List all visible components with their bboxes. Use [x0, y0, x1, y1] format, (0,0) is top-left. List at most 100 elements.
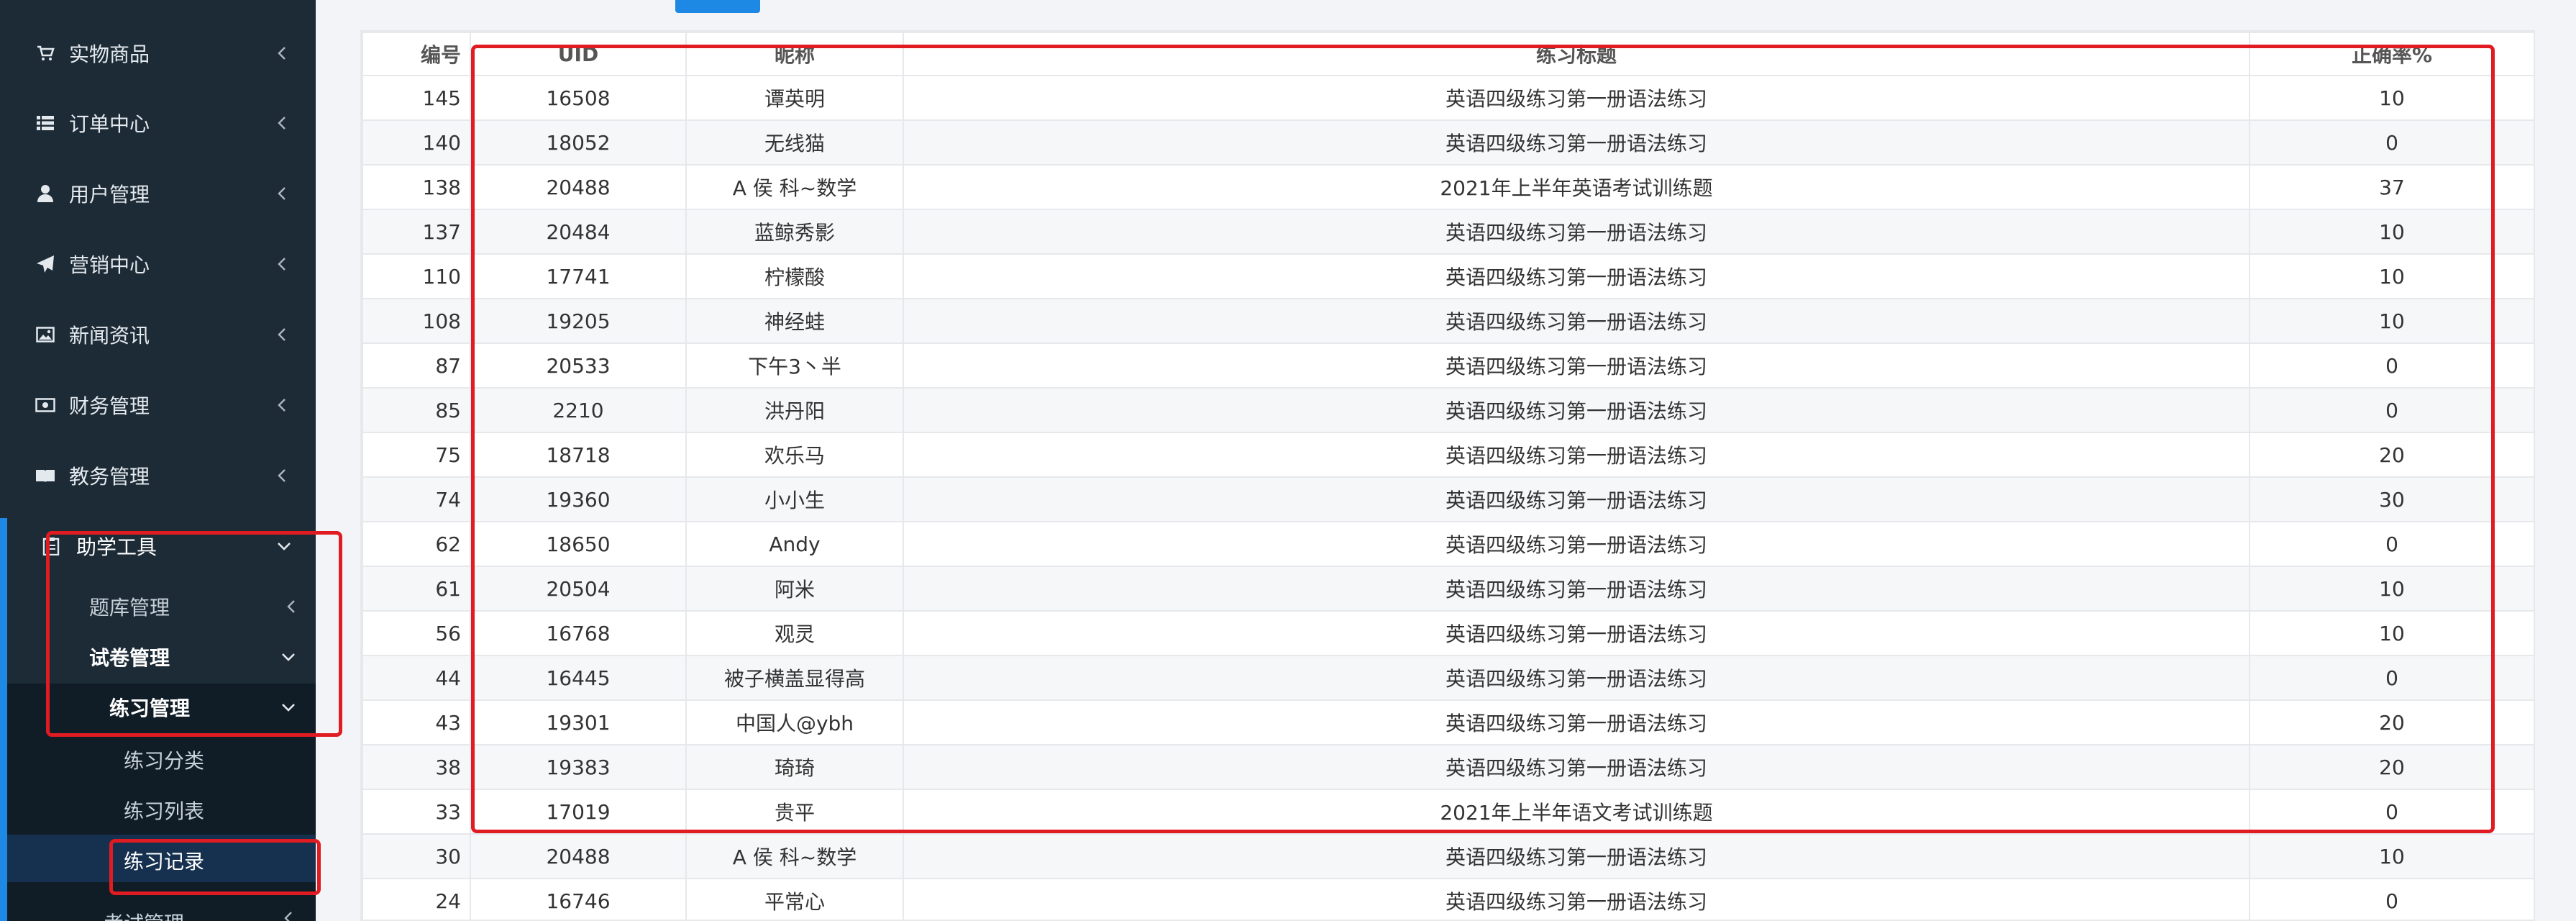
chevron-left-icon: [274, 45, 290, 61]
cell-title: 2021年上半年英语考试训练题: [903, 164, 2250, 210]
cell-title: 英语四级练习第一册语法练习: [903, 476, 2250, 522]
table-row[interactable]: 38 19383 琦琦 英语四级练习第一册语法练习 20: [362, 744, 2535, 790]
cell-accuracy: 10: [2249, 298, 2535, 344]
sidebar-item-label: 试卷管理: [89, 646, 170, 670]
cell-title: 英语四级练习第一册语法练习: [903, 119, 2250, 165]
table-row[interactable]: 43 19301 中国人@ybh 英语四级练习第一册语法练习 20: [362, 699, 2535, 745]
table-row[interactable]: 44 16445 被子横盖显得高 英语四级练习第一册语法练习 0: [362, 655, 2535, 701]
table-row[interactable]: 138 20488 A 侯 科~数学 2021年上半年英语考试训练题 37: [362, 164, 2535, 210]
cell-uid: 20488: [470, 833, 687, 879]
table-row[interactable]: 140 18052 无线猫 英语四级练习第一册语法练习 0: [362, 119, 2535, 165]
sidebar-leaf-practice-category[interactable]: 练习分类: [124, 745, 204, 774]
sidebar-item-academic[interactable]: 教务管理: [0, 447, 316, 504]
cell-title: 英语四级练习第一册语法练习: [903, 610, 2250, 656]
sidebar-item-helper-tools[interactable]: 助学工具: [7, 522, 316, 570]
cell-nickname: 洪丹阳: [685, 387, 904, 433]
cell-nickname: A 侯 科~数学: [685, 833, 904, 879]
sidebar-item-question-bank[interactable]: 题库管理: [7, 583, 316, 630]
sidebar-item-orders[interactable]: 订单中心: [0, 94, 316, 152]
chevron-left-icon: [274, 186, 290, 201]
sidebar-item-marketing[interactable]: 营销中心: [0, 235, 316, 293]
table-row[interactable]: 87 20533 下午3丶半 英语四级练习第一册语法练习 0: [362, 342, 2535, 389]
chevron-left-icon: [274, 256, 290, 272]
cell-uid: 2210: [470, 387, 687, 433]
cell-accuracy: 0: [2249, 655, 2535, 701]
table-row[interactable]: 33 17019 贵平 2021年上半年语文考试训练题 0: [362, 789, 2535, 835]
cell-accuracy: 10: [2249, 75, 2535, 121]
cell-uid: 19383: [470, 744, 687, 790]
cell-id: 43: [362, 699, 471, 745]
money-icon: [35, 394, 56, 416]
cell-uid: 19360: [470, 476, 687, 522]
table-row[interactable]: 110 17741 柠檬酸 英语四级练习第一册语法练习 10: [362, 253, 2535, 299]
table-row[interactable]: 56 16768 观灵 英语四级练习第一册语法练习 10: [362, 610, 2535, 656]
column-header-nickname[interactable]: 昵称: [685, 32, 904, 76]
column-header-id[interactable]: 编号: [362, 32, 471, 76]
cell-nickname: 无线猫: [685, 119, 904, 165]
cell-nickname: 观灵: [685, 610, 904, 656]
sidebar-item-label: 新闻资讯: [69, 324, 150, 348]
clipboard-icon: [40, 535, 62, 557]
cell-accuracy: 0: [2249, 521, 2535, 567]
sidebar-item-paper-mgmt[interactable]: 试卷管理: [7, 633, 316, 681]
table-row[interactable]: 137 20484 蓝鲸秀影 英语四级练习第一册语法练习 10: [362, 209, 2535, 255]
cell-title: 英语四级练习第一册语法练习: [903, 253, 2250, 299]
table-header-row: 编号 UID 昵称 练习标题 正确率%: [362, 32, 2535, 76]
records-table-container: 编号 UID 昵称 练习标题 正确率% 145 16508 谭英明 英语四级练习第一册…: [360, 30, 2535, 921]
chevron-down-icon: [280, 649, 296, 665]
cell-accuracy: 0: [2249, 119, 2535, 165]
cell-title: 英语四级练习第一册语法练习: [903, 655, 2250, 701]
sidebar-item-goods[interactable]: 实物商品: [0, 24, 316, 82]
cell-uid: 17741: [470, 253, 687, 299]
table-row[interactable]: 145 16508 谭英明 英语四级练习第一册语法练习 10: [362, 75, 2535, 121]
sidebar-item-label: 助学工具: [76, 535, 157, 559]
table-row[interactable]: 62 18650 Andy 英语四级练习第一册语法练习 0: [362, 521, 2535, 567]
table-row[interactable]: 61 20504 阿米 英语四级练习第一册语法练习 10: [362, 566, 2535, 612]
sidebar-item-label: 营销中心: [69, 253, 150, 277]
sidebar-item-users[interactable]: 用户管理: [0, 165, 316, 222]
sidebar-leaf-practice-list[interactable]: 练习列表: [124, 796, 204, 825]
cell-uid: 16508: [470, 75, 687, 121]
table-row[interactable]: 24 16746 平常心 英语四级练习第一册语法练习 0: [362, 878, 2535, 921]
cell-id: 56: [362, 610, 471, 656]
column-header-uid[interactable]: UID: [470, 32, 687, 76]
cell-id: 38: [362, 744, 471, 790]
table-row[interactable]: 74 19360 小小生 英语四级练习第一册语法练习 30: [362, 476, 2535, 522]
cell-uid: 18650: [470, 521, 687, 567]
table-row[interactable]: 108 19205 神经蛙 英语四级练习第一册语法练习 10: [362, 298, 2535, 344]
cell-id: 44: [362, 655, 471, 701]
column-header-accuracy[interactable]: 正确率%: [2249, 32, 2535, 76]
cell-id: 145: [362, 75, 471, 121]
cell-accuracy: 37: [2249, 164, 2535, 210]
sidebar-item-practice-mgmt[interactable]: 练习管理: [7, 684, 316, 731]
image-icon: [35, 324, 56, 345]
cell-id: 137: [362, 209, 471, 255]
sidebar-item-news[interactable]: 新闻资讯: [0, 306, 316, 363]
sidebar-item-finance[interactable]: 财务管理: [0, 376, 316, 434]
chevron-left-icon: [283, 911, 299, 921]
cell-accuracy: 20: [2249, 432, 2535, 478]
column-header-title[interactable]: 练习标题: [903, 32, 2250, 76]
cell-id: 108: [362, 298, 471, 344]
cell-id: 30: [362, 833, 471, 879]
cell-accuracy: 10: [2249, 209, 2535, 255]
cell-id: 140: [362, 119, 471, 165]
cell-nickname: 小小生: [685, 476, 904, 522]
cell-title: 英语四级练习第一册语法练习: [903, 566, 2250, 612]
sidebar-item-exam-mgmt[interactable]: 考试管理: [104, 908, 184, 921]
table-row[interactable]: 30 20488 A 侯 科~数学 英语四级练习第一册语法练习 10: [362, 833, 2535, 879]
cell-accuracy: 10: [2249, 833, 2535, 879]
cell-uid: 18052: [470, 119, 687, 165]
table-row[interactable]: 75 18718 欢乐马 英语四级练习第一册语法练习 20: [362, 432, 2535, 478]
sidebar-leaf-practice-records[interactable]: 练习记录: [124, 846, 204, 875]
sidebar-item-label: 财务管理: [69, 394, 150, 418]
table-row[interactable]: 85 2210 洪丹阳 英语四级练习第一册语法练习 0: [362, 387, 2535, 433]
cell-title: 英语四级练习第一册语法练习: [903, 432, 2250, 478]
cell-nickname: 蓝鲸秀影: [685, 209, 904, 255]
active-indicator: [0, 518, 7, 684]
cell-id: 87: [362, 342, 471, 389]
cell-title: 英语四级练习第一册语法练习: [903, 298, 2250, 344]
sidebar-item-label: 用户管理: [69, 183, 150, 207]
top-action-button[interactable]: [675, 0, 760, 13]
cell-nickname: 贵平: [685, 789, 904, 835]
